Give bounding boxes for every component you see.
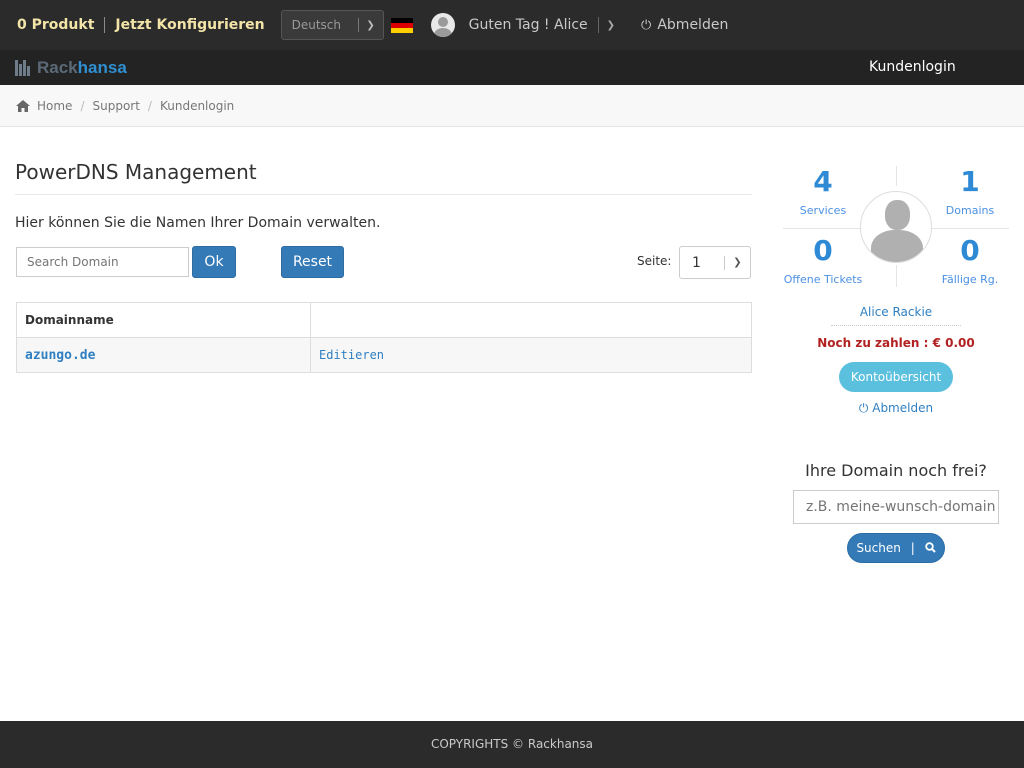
breadcrumb: Home / Support / Kundenlogin xyxy=(0,85,1024,127)
page-title: PowerDNS Management xyxy=(15,160,752,195)
logo-bars-icon xyxy=(15,59,31,76)
account-stats: 4 Services 1 Domains 0 Offene Tickets 0 … xyxy=(783,160,1009,290)
stat-services[interactable]: 4 Services xyxy=(783,165,863,218)
stat-tickets[interactable]: 0 Offene Tickets xyxy=(783,234,863,287)
greeting-divider xyxy=(597,17,599,33)
domain-check-title: Ihre Domain noch frei? xyxy=(805,461,987,480)
sidebar: 4 Services 1 Domains 0 Offene Tickets 0 … xyxy=(783,160,1009,563)
breadcrumb-home[interactable]: Home xyxy=(37,99,72,113)
stat-domains[interactable]: 1 Domains xyxy=(930,165,1010,218)
domain-check-input[interactable] xyxy=(793,490,999,524)
invoices-count: 0 xyxy=(960,234,980,267)
power-icon: ⏻ xyxy=(858,401,869,415)
domain-search-button[interactable]: Suchen | xyxy=(847,533,945,563)
ok-button[interactable]: Ok xyxy=(192,246,236,278)
power-icon: ⏻ xyxy=(641,17,652,33)
stat-divider xyxy=(783,228,861,229)
copyright-text: COPYRIGHTS © Rackhansa xyxy=(430,737,594,751)
page-label: Seite: xyxy=(637,254,672,268)
reset-button[interactable]: Reset xyxy=(281,246,344,278)
breadcrumb-support[interactable]: Support xyxy=(92,99,139,113)
stat-invoices[interactable]: 0 Fällige Rg. xyxy=(930,234,1010,287)
search-domain-input[interactable] xyxy=(16,247,189,277)
home-icon xyxy=(16,99,30,112)
profile-avatar-icon xyxy=(860,191,932,263)
brand-bar: Rack hansa Kundenlogin xyxy=(0,50,1024,85)
services-label: Services xyxy=(799,204,847,217)
chevron-down-icon: ❯ xyxy=(733,257,742,268)
greeting-text[interactable]: Guten Tag ! Alice xyxy=(469,17,588,33)
main-content: PowerDNS Management Hier können Sie die … xyxy=(15,160,752,373)
domain-cell: azungo.de xyxy=(16,337,311,373)
invoices-label: Fällige Rg. xyxy=(941,273,999,286)
breadcrumb-separator: / xyxy=(80,98,85,113)
table-row: azungo.de Editieren xyxy=(16,337,752,373)
cart-link[interactable]: 0 Produkt xyxy=(17,17,94,33)
page-select-value: 1 xyxy=(692,254,701,271)
language-select[interactable]: Deutsch ❯ xyxy=(280,10,384,40)
language-value: Deutsch xyxy=(291,18,342,32)
search-controls: Ok Reset Seite: 1 ❯ xyxy=(15,246,752,279)
logo-rack-text: Rack xyxy=(37,57,78,77)
account-overview-button[interactable]: Kontoübersicht xyxy=(839,362,953,392)
logo[interactable]: Rack hansa xyxy=(15,58,127,78)
domains-count: 1 xyxy=(960,165,980,198)
user-menu-chevron-icon[interactable]: ❯ xyxy=(607,20,615,31)
top-bar: 0 Produkt Jetzt Konfigurieren Deutsch ❯ … xyxy=(0,0,1024,50)
stat-divider xyxy=(896,166,897,186)
header-actions xyxy=(310,302,752,338)
page-select[interactable]: 1 ❯ xyxy=(679,246,751,279)
intro-text: Hier können Sie die Namen Ihrer Domain v… xyxy=(15,215,381,231)
action-cell: Editieren xyxy=(310,337,752,373)
name-divider xyxy=(831,325,961,326)
edit-link[interactable]: Editieren xyxy=(319,348,384,362)
top-divider xyxy=(104,17,106,33)
domain-search-label: Suchen xyxy=(856,541,901,555)
tickets-count: 0 xyxy=(813,234,833,267)
due-amount: Noch zu zahlen : € 0.00 xyxy=(817,336,975,350)
user-avatar-icon[interactable] xyxy=(430,13,455,37)
configure-link[interactable]: Jetzt Konfigurieren xyxy=(115,17,264,33)
breadcrumb-separator: / xyxy=(147,98,152,113)
breadcrumb-current: Kundenlogin xyxy=(159,98,235,113)
header-domainname: Domainname xyxy=(16,302,311,338)
domains-table: Domainname azungo.de Editieren xyxy=(16,302,752,373)
user-name[interactable]: Alice Rackie xyxy=(783,305,1009,319)
services-count: 4 xyxy=(813,165,833,198)
chevron-down-icon: ❯ xyxy=(366,19,375,31)
tickets-label: Offene Tickets xyxy=(783,273,863,286)
footer: COPYRIGHTS © Rackhansa xyxy=(0,721,1024,768)
german-flag-icon[interactable] xyxy=(390,17,413,33)
domain-link[interactable]: azungo.de xyxy=(25,348,95,363)
table-header-row: Domainname xyxy=(16,302,752,338)
nav-kundenlogin[interactable]: Kundenlogin xyxy=(869,59,956,75)
stat-divider xyxy=(931,228,1009,229)
domains-label: Domains xyxy=(945,204,995,217)
search-icon xyxy=(924,542,936,553)
logo-hansa-text: hansa xyxy=(77,57,127,77)
sidebar-logout-label: Abmelden xyxy=(872,401,934,415)
top-logout-label: Abmelden xyxy=(657,17,729,33)
stat-divider xyxy=(896,265,897,287)
button-separator: | xyxy=(910,541,915,555)
top-logout-link[interactable]: ⏻ Abmelden xyxy=(641,17,728,33)
sidebar-logout-link[interactable]: ⏻ Abmelden xyxy=(783,401,1009,416)
